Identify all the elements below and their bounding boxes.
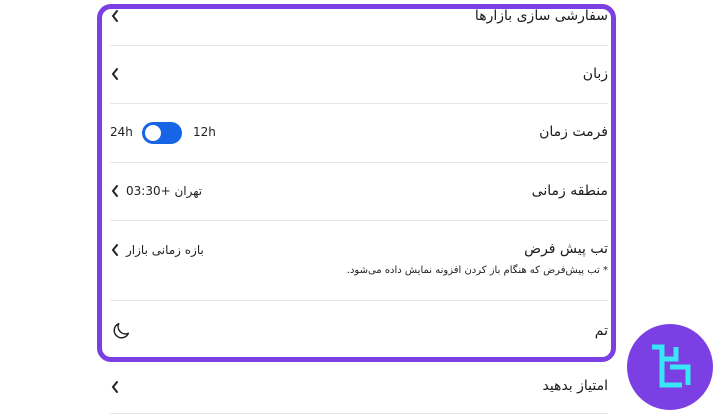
toggle-knob: [145, 125, 161, 141]
time-format-12h-label: 12h: [193, 125, 216, 139]
language-label: زبان: [582, 66, 608, 82]
settings-row-theme: تم: [110, 318, 608, 344]
brand-logo: [627, 324, 713, 410]
settings-row-rate-us[interactable]: امتیاز بدهید: [110, 375, 608, 399]
theme-label: تم: [594, 323, 608, 339]
divider: [110, 162, 608, 163]
divider: [110, 220, 608, 221]
timezone-label: منطقه زمانی: [531, 183, 608, 199]
time-format-label: فرمت زمان: [539, 124, 608, 140]
chevron-left-icon[interactable]: [110, 184, 120, 198]
divider: [110, 103, 608, 104]
settings-row-customize-markets[interactable]: سفارشی سازی بازارها: [110, 5, 608, 29]
chevron-left-icon[interactable]: [110, 67, 120, 81]
default-tab-label: تب پیش فرض: [524, 241, 608, 257]
settings-row-language[interactable]: زبان: [110, 62, 608, 86]
moon-icon[interactable]: [110, 320, 132, 342]
time-format-toggle[interactable]: [142, 122, 182, 144]
divider: [110, 45, 608, 46]
timezone-value: تهران +03:30: [126, 184, 203, 198]
chevron-left-icon[interactable]: [110, 9, 120, 23]
settings-row-timezone[interactable]: تهران +03:30 منطقه زمانی: [110, 179, 608, 203]
rate-us-label: امتیاز بدهید: [542, 378, 608, 394]
logo-mark-icon: [652, 344, 691, 388]
settings-row-time-format: 24h 12h فرمت زمان: [110, 120, 608, 146]
default-tab-value: بازه زمانی بازار: [126, 243, 204, 257]
time-format-24h-label: 24h: [110, 125, 133, 139]
customize-markets-label: سفارشی سازی بازارها: [474, 8, 608, 24]
settings-row-default-tab[interactable]: بازه زمانی بازار تب پیش فرض * تب پیش‌فرض…: [110, 238, 608, 284]
divider: [110, 300, 608, 301]
chevron-left-icon[interactable]: [110, 243, 120, 257]
chevron-left-icon[interactable]: [110, 380, 120, 394]
default-tab-note: * تب پیش‌فرض که هنگام باز کردن افزونه نم…: [346, 265, 608, 276]
divider: [110, 413, 608, 414]
